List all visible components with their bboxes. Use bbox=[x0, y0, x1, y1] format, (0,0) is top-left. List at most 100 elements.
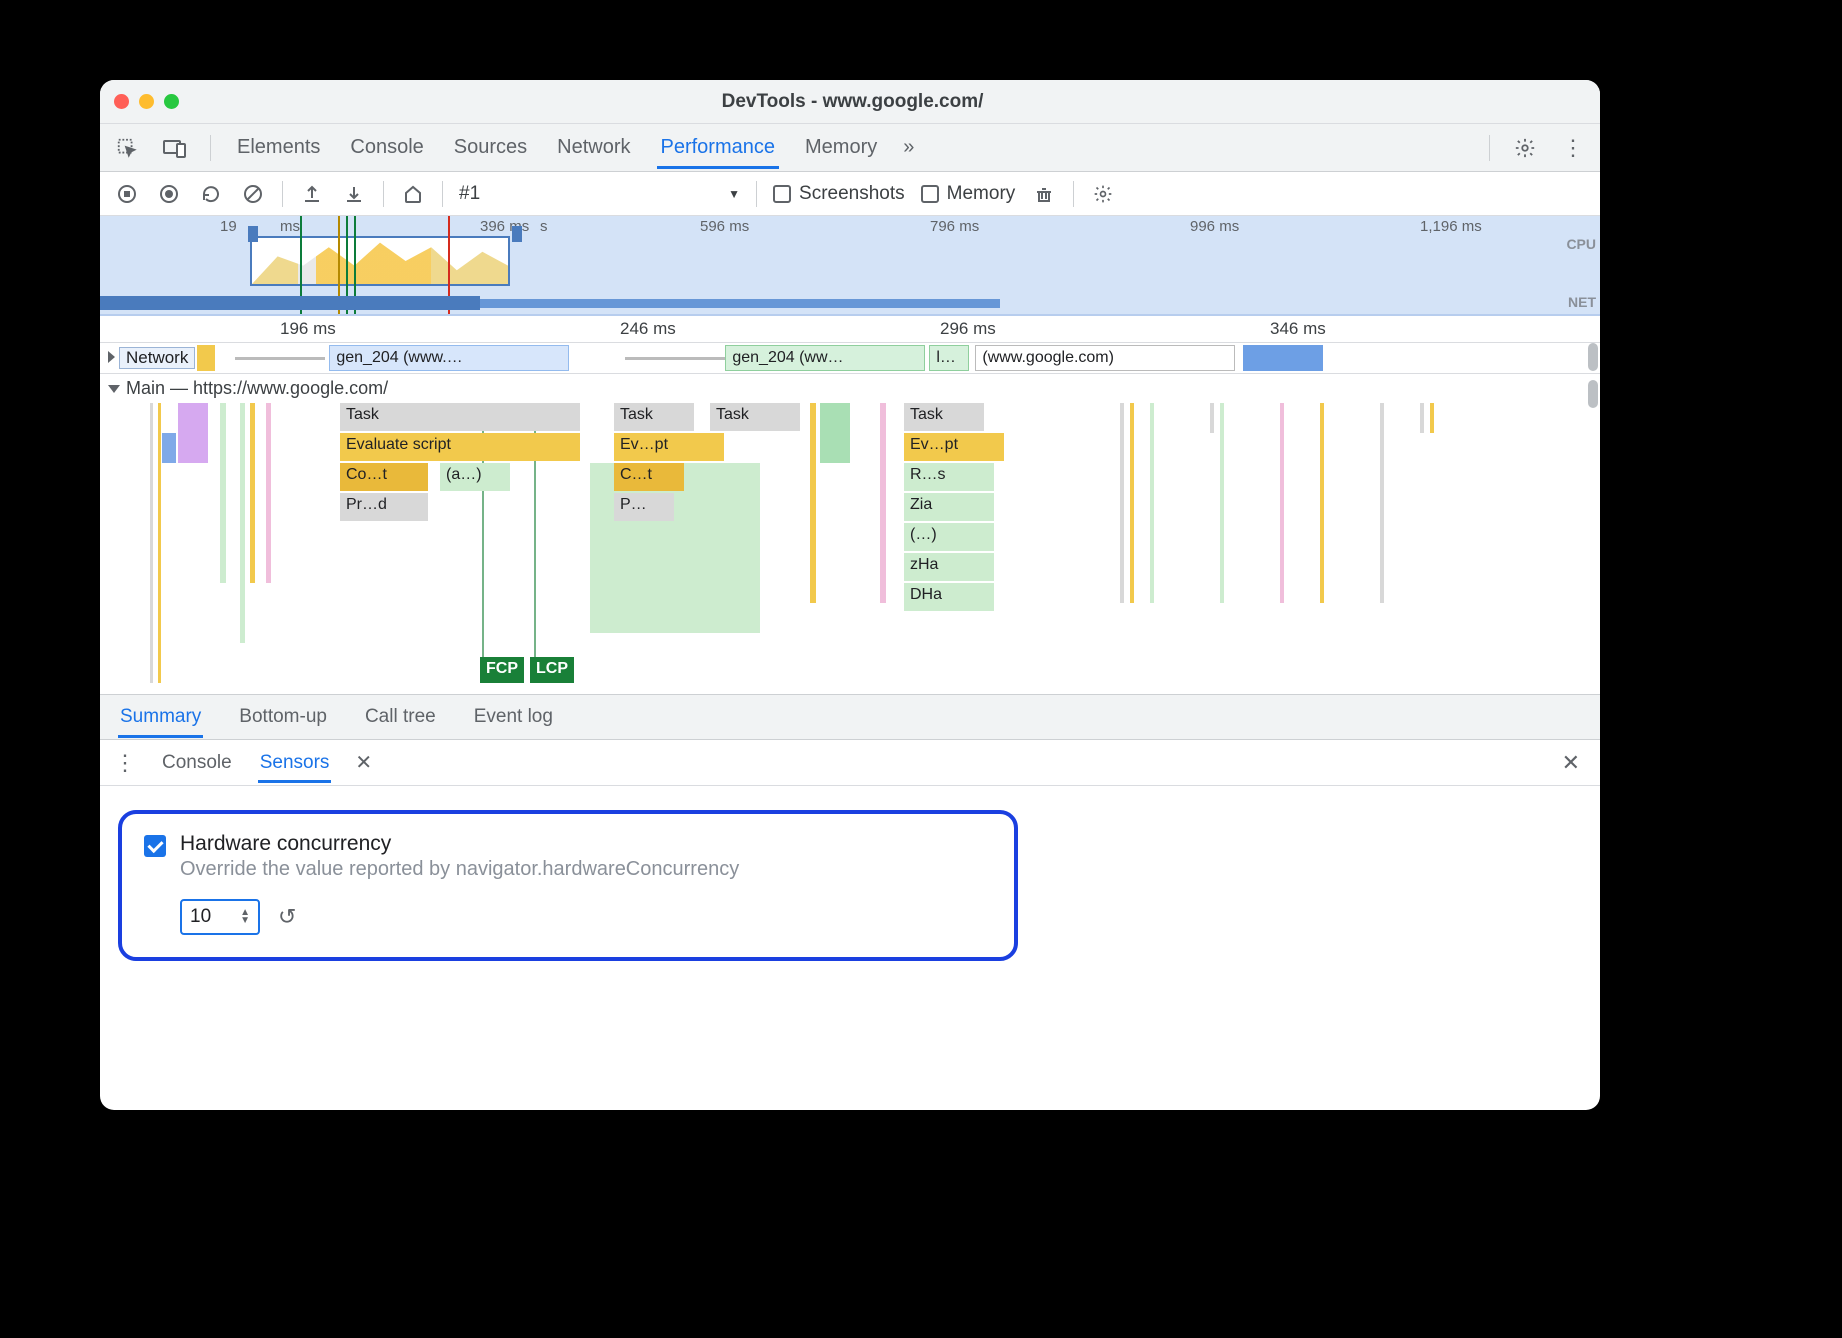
drawer-tab-sensors[interactable]: Sensors bbox=[258, 743, 332, 783]
ruler-tick: 596 ms bbox=[700, 218, 749, 235]
tab-console[interactable]: Console bbox=[346, 126, 427, 169]
flame-block[interactable]: Co…t bbox=[340, 463, 428, 491]
flame-block[interactable]: Task bbox=[340, 403, 580, 431]
ruler-tick: s bbox=[540, 218, 548, 235]
flame-block[interactable]: Ev…pt bbox=[614, 433, 724, 461]
overview-selection[interactable] bbox=[250, 236, 510, 286]
network-track: Network gen_204 (www.… gen_204 (ww… l… (… bbox=[100, 342, 1600, 374]
settings-icon[interactable] bbox=[1512, 135, 1538, 161]
tab-summary[interactable]: Summary bbox=[118, 696, 203, 738]
flame-block[interactable]: Zia bbox=[904, 493, 994, 521]
flame-block[interactable]: (a…) bbox=[440, 463, 510, 491]
network-request[interactable]: gen_204 (www.… bbox=[329, 345, 569, 371]
device-toggle-icon[interactable] bbox=[162, 135, 188, 161]
ruler-tick: 19 bbox=[220, 218, 237, 235]
tabs-overflow-button[interactable]: » bbox=[903, 136, 914, 159]
collapse-icon bbox=[108, 385, 120, 393]
hardware-concurrency-desc: Override the value reported by navigator… bbox=[180, 858, 739, 881]
tab-performance[interactable]: Performance bbox=[657, 126, 780, 169]
network-track-label[interactable]: Network bbox=[119, 347, 195, 369]
reload-record-button[interactable] bbox=[198, 181, 224, 207]
network-request[interactable]: gen_204 (ww… bbox=[725, 345, 925, 371]
selection-handle-left[interactable] bbox=[248, 226, 258, 242]
checkbox-box-icon bbox=[921, 185, 939, 203]
stepper-icon[interactable]: ▲▼ bbox=[240, 909, 250, 925]
expand-icon[interactable] bbox=[100, 350, 119, 366]
dropdown-caret-icon: ▼ bbox=[728, 187, 740, 201]
detail-ruler: 196 ms 246 ms 296 ms 346 ms bbox=[100, 316, 1600, 342]
main-track-header[interactable]: Main — https://www.google.com/ bbox=[100, 374, 1600, 403]
hardware-concurrency-input[interactable]: 10 ▲▼ bbox=[180, 899, 260, 935]
flame-block[interactable]: P… bbox=[614, 493, 674, 521]
flame-block[interactable]: Pr…d bbox=[340, 493, 428, 521]
flame-block[interactable]: (…) bbox=[904, 523, 994, 551]
upload-profile-button[interactable] bbox=[299, 181, 325, 207]
flame-block[interactable]: Task bbox=[904, 403, 984, 431]
drawer-menu-icon[interactable]: ⋮ bbox=[114, 750, 136, 776]
reset-button[interactable]: ↺ bbox=[278, 904, 296, 930]
memory-checkbox[interactable]: Memory bbox=[921, 183, 1016, 205]
recording-selector-value: #1 bbox=[459, 183, 480, 205]
clear-button[interactable] bbox=[240, 181, 266, 207]
flame-chart[interactable]: Main — https://www.google.com/ bbox=[100, 374, 1600, 694]
flame-block[interactable]: DHa bbox=[904, 583, 994, 611]
flame-block[interactable]: Ev…pt bbox=[904, 433, 1004, 461]
close-drawer-icon[interactable]: ✕ bbox=[1556, 750, 1586, 776]
close-window-button[interactable] bbox=[114, 94, 129, 109]
screenshots-checkbox[interactable]: Screenshots bbox=[773, 183, 905, 205]
net-label: NET bbox=[1568, 294, 1596, 310]
record-button[interactable] bbox=[114, 181, 140, 207]
scrollbar-thumb[interactable] bbox=[1588, 343, 1598, 371]
tab-bottom-up[interactable]: Bottom-up bbox=[237, 696, 329, 738]
zoom-window-button[interactable] bbox=[164, 94, 179, 109]
detail-tick: 196 ms bbox=[280, 319, 336, 339]
network-request[interactable]: (www.google.com) bbox=[975, 345, 1235, 371]
minimize-window-button[interactable] bbox=[139, 94, 154, 109]
hardware-concurrency-group: Hardware concurrency Override the value … bbox=[118, 810, 1018, 961]
network-request[interactable] bbox=[1243, 345, 1323, 371]
flame-block[interactable]: C…t bbox=[614, 463, 684, 491]
flame-block[interactable]: Task bbox=[614, 403, 694, 431]
history-home-button[interactable] bbox=[400, 181, 426, 207]
detail-tick: 346 ms bbox=[1270, 319, 1326, 339]
sensors-panel: Hardware concurrency Override the value … bbox=[100, 786, 1600, 989]
selection-handle-right[interactable] bbox=[512, 226, 522, 242]
drawer-tabstrip: ⋮ Console Sensors ✕ ✕ bbox=[100, 740, 1600, 786]
window-title: DevTools - www.google.com/ bbox=[179, 91, 1526, 113]
tab-network[interactable]: Network bbox=[553, 126, 634, 169]
close-tab-icon[interactable]: ✕ bbox=[355, 750, 372, 775]
timing-marker[interactable]: LCP bbox=[530, 657, 574, 683]
tab-elements[interactable]: Elements bbox=[233, 126, 324, 169]
flame-block[interactable]: Task bbox=[710, 403, 800, 431]
window-titlebar: DevTools - www.google.com/ bbox=[100, 80, 1600, 124]
timing-marker[interactable]: FCP bbox=[480, 657, 524, 683]
timeline-overview[interactable]: 19 ms 396 ms s 596 ms 796 ms 996 ms 1,19… bbox=[100, 216, 1600, 316]
network-request[interactable]: l… bbox=[929, 345, 969, 371]
tab-call-tree[interactable]: Call tree bbox=[363, 696, 438, 738]
start-profiling-button[interactable] bbox=[156, 181, 182, 207]
collect-garbage-button[interactable] bbox=[1031, 181, 1057, 207]
overview-ruler: 19 ms 396 ms s 596 ms 796 ms 996 ms 1,19… bbox=[100, 218, 1600, 236]
hardware-concurrency-title: Hardware concurrency bbox=[180, 832, 739, 856]
inspect-icon[interactable] bbox=[114, 135, 140, 161]
scrollbar-thumb[interactable] bbox=[1588, 380, 1598, 408]
screenshots-label: Screenshots bbox=[799, 183, 905, 205]
network-items[interactable]: gen_204 (www.… gen_204 (ww… l… (www.goog… bbox=[195, 343, 1600, 373]
download-profile-button[interactable] bbox=[341, 181, 367, 207]
recording-selector[interactable]: #1 ▼ bbox=[459, 183, 740, 205]
ruler-tick: 796 ms bbox=[930, 218, 979, 235]
cpu-label: CPU bbox=[1566, 236, 1596, 252]
drawer-tab-console[interactable]: Console bbox=[160, 743, 234, 783]
tab-sources[interactable]: Sources bbox=[450, 126, 531, 169]
flame-block[interactable]: R…s bbox=[904, 463, 994, 491]
flame-block[interactable]: zHa bbox=[904, 553, 994, 581]
network-request[interactable] bbox=[197, 345, 215, 371]
tab-memory[interactable]: Memory bbox=[801, 126, 881, 169]
tab-event-log[interactable]: Event log bbox=[472, 696, 555, 738]
hardware-concurrency-checkbox[interactable] bbox=[144, 835, 166, 857]
flame-block[interactable]: Evaluate script bbox=[340, 433, 580, 461]
kebab-menu-icon[interactable]: ⋮ bbox=[1560, 135, 1586, 161]
capture-settings-icon[interactable] bbox=[1090, 181, 1116, 207]
ruler-tick: ms bbox=[280, 218, 300, 235]
main-track-label: Main — https://www.google.com/ bbox=[126, 378, 388, 399]
